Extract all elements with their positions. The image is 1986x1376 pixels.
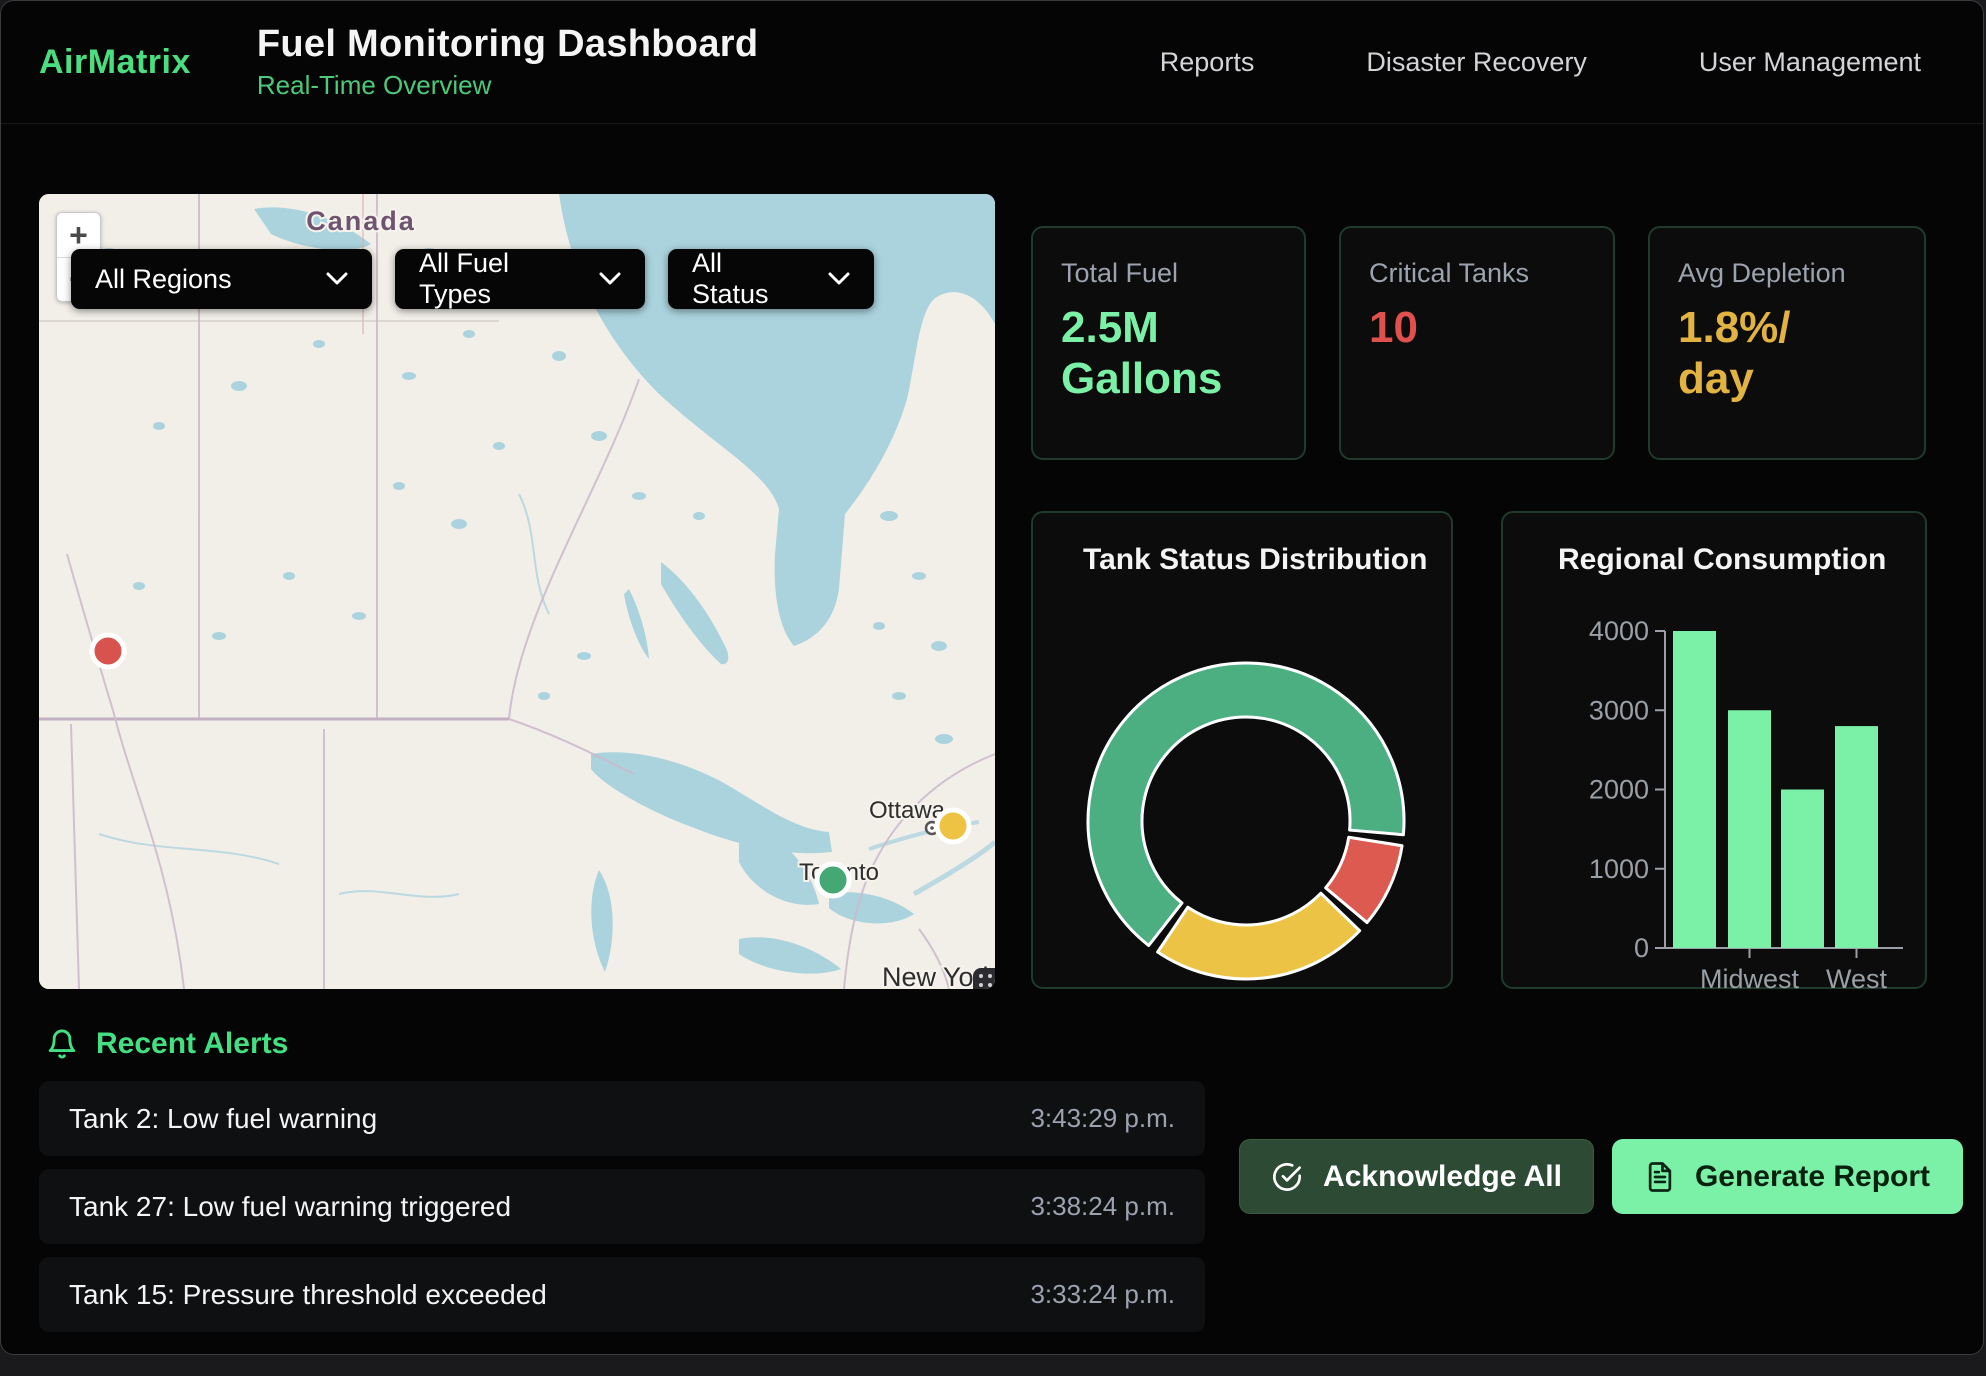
generate-report-button[interactable]: Generate Report: [1612, 1139, 1963, 1214]
chevron-down-icon: [828, 272, 850, 286]
kpi-label: Critical Tanks: [1369, 258, 1529, 289]
map-marker-critical[interactable]: [92, 635, 124, 667]
map-label-canada: Canada: [306, 206, 416, 236]
map-canvas[interactable]: Canada Ottawa Toronto New York: [39, 194, 995, 989]
bar-y-tick-label: 0: [1634, 933, 1649, 963]
map-panel[interactable]: Canada Ottawa Toronto New York + − All R…: [39, 194, 995, 989]
bar-x-tick-label: Midwest: [1700, 964, 1800, 991]
header: AirMatrix Fuel Monitoring Dashboard Real…: [1, 1, 1983, 124]
kpi-card-critical-tanks: Critical Tanks 10: [1339, 226, 1615, 460]
regional-consumption-card: Regional Consumption 01000200030004000Mi…: [1501, 511, 1927, 989]
alert-timestamp: 3:38:24 p.m.: [1030, 1191, 1175, 1222]
chevron-down-icon: [599, 272, 621, 286]
alert-row[interactable]: Tank 15: Pressure threshold exceeded 3:3…: [39, 1257, 1205, 1332]
status-filter-value: All Status: [692, 248, 802, 310]
bar-region-1: [1728, 710, 1771, 948]
kpi-value: 2.5M Gallons: [1061, 302, 1222, 404]
alert-timestamp: 3:33:24 p.m.: [1030, 1279, 1175, 1310]
page-subtitle: Real-Time Overview: [257, 70, 758, 101]
nav-item-reports[interactable]: Reports: [1160, 47, 1255, 78]
kpi-card-avg-depletion: Avg Depletion 1.8%/ day: [1648, 226, 1926, 460]
alert-message: Tank 15: Pressure threshold exceeded: [69, 1279, 547, 1311]
kpi-card-total-fuel: Total Fuel 2.5M Gallons: [1031, 226, 1306, 460]
bar-y-tick-label: 4000: [1589, 616, 1649, 646]
map-marker-normal[interactable]: [817, 864, 849, 896]
bar-y-tick-label: 3000: [1589, 695, 1649, 725]
nav-item-user-management[interactable]: User Management: [1699, 47, 1921, 78]
file-text-icon: [1645, 1161, 1675, 1193]
tank-status-card: Tank Status Distribution: [1031, 511, 1453, 989]
page-title: Fuel Monitoring Dashboard: [257, 23, 758, 66]
acknowledge-all-button[interactable]: Acknowledge All: [1239, 1139, 1594, 1214]
nav-item-disaster-recovery[interactable]: Disaster Recovery: [1366, 47, 1587, 78]
alert-message: Tank 2: Low fuel warning: [69, 1103, 377, 1135]
fuel-type-filter-value: All Fuel Types: [419, 248, 573, 310]
chevron-down-icon: [326, 272, 348, 286]
bar-region-0: [1673, 631, 1716, 948]
regional-consumption-bar-chart: 0 1000 2000 3000 4000 Midwest West: [1503, 513, 1929, 991]
alert-row[interactable]: Tank 27: Low fuel warning triggered 3:38…: [39, 1169, 1205, 1244]
alerts-heading: Recent Alerts: [46, 1027, 288, 1061]
region-filter-value: All Regions: [95, 264, 232, 295]
check-circle-icon: [1271, 1161, 1303, 1193]
bar-region-3: [1835, 726, 1878, 948]
brand-logo: AirMatrix: [39, 43, 191, 82]
alert-row[interactable]: Tank 2: Low fuel warning 3:43:29 p.m.: [39, 1081, 1205, 1156]
alert-message: Tank 27: Low fuel warning triggered: [69, 1191, 511, 1223]
map-resize-grip[interactable]: [973, 968, 995, 989]
kpi-value: 1.8%/ day: [1678, 302, 1791, 404]
bar-x-tick-label: West: [1826, 964, 1888, 991]
bar-y-tick-label: 2000: [1589, 775, 1649, 805]
acknowledge-all-label: Acknowledge All: [1323, 1160, 1562, 1194]
dashboard-app: AirMatrix Fuel Monitoring Dashboard Real…: [0, 0, 1984, 1355]
kpi-label: Avg Depletion: [1678, 258, 1846, 289]
generate-report-label: Generate Report: [1695, 1160, 1930, 1194]
kpi-value: 10: [1369, 302, 1418, 353]
status-filter-select[interactable]: All Status: [668, 249, 874, 309]
title-block: Fuel Monitoring Dashboard Real-Time Over…: [257, 23, 758, 101]
alerts-heading-text: Recent Alerts: [96, 1027, 288, 1061]
region-filter-select[interactable]: All Regions: [71, 249, 372, 309]
alert-timestamp: 3:43:29 p.m.: [1030, 1103, 1175, 1134]
map-filters: All Regions All Fuel Types All Status: [71, 249, 874, 309]
bell-icon: [46, 1027, 78, 1061]
fuel-type-filter-select[interactable]: All Fuel Types: [395, 249, 645, 309]
main-nav: Reports Disaster Recovery User Managemen…: [1160, 47, 1921, 78]
bar-region-2: [1781, 790, 1824, 949]
tank-status-donut-chart: [1033, 513, 1455, 991]
bar-y-tick-label: 1000: [1589, 854, 1649, 884]
map-label-ottawa: Ottawa: [869, 797, 946, 824]
map-marker-warning[interactable]: [937, 810, 969, 842]
donut-segment-warning-yellow: [1158, 893, 1360, 979]
kpi-label: Total Fuel: [1061, 258, 1178, 289]
